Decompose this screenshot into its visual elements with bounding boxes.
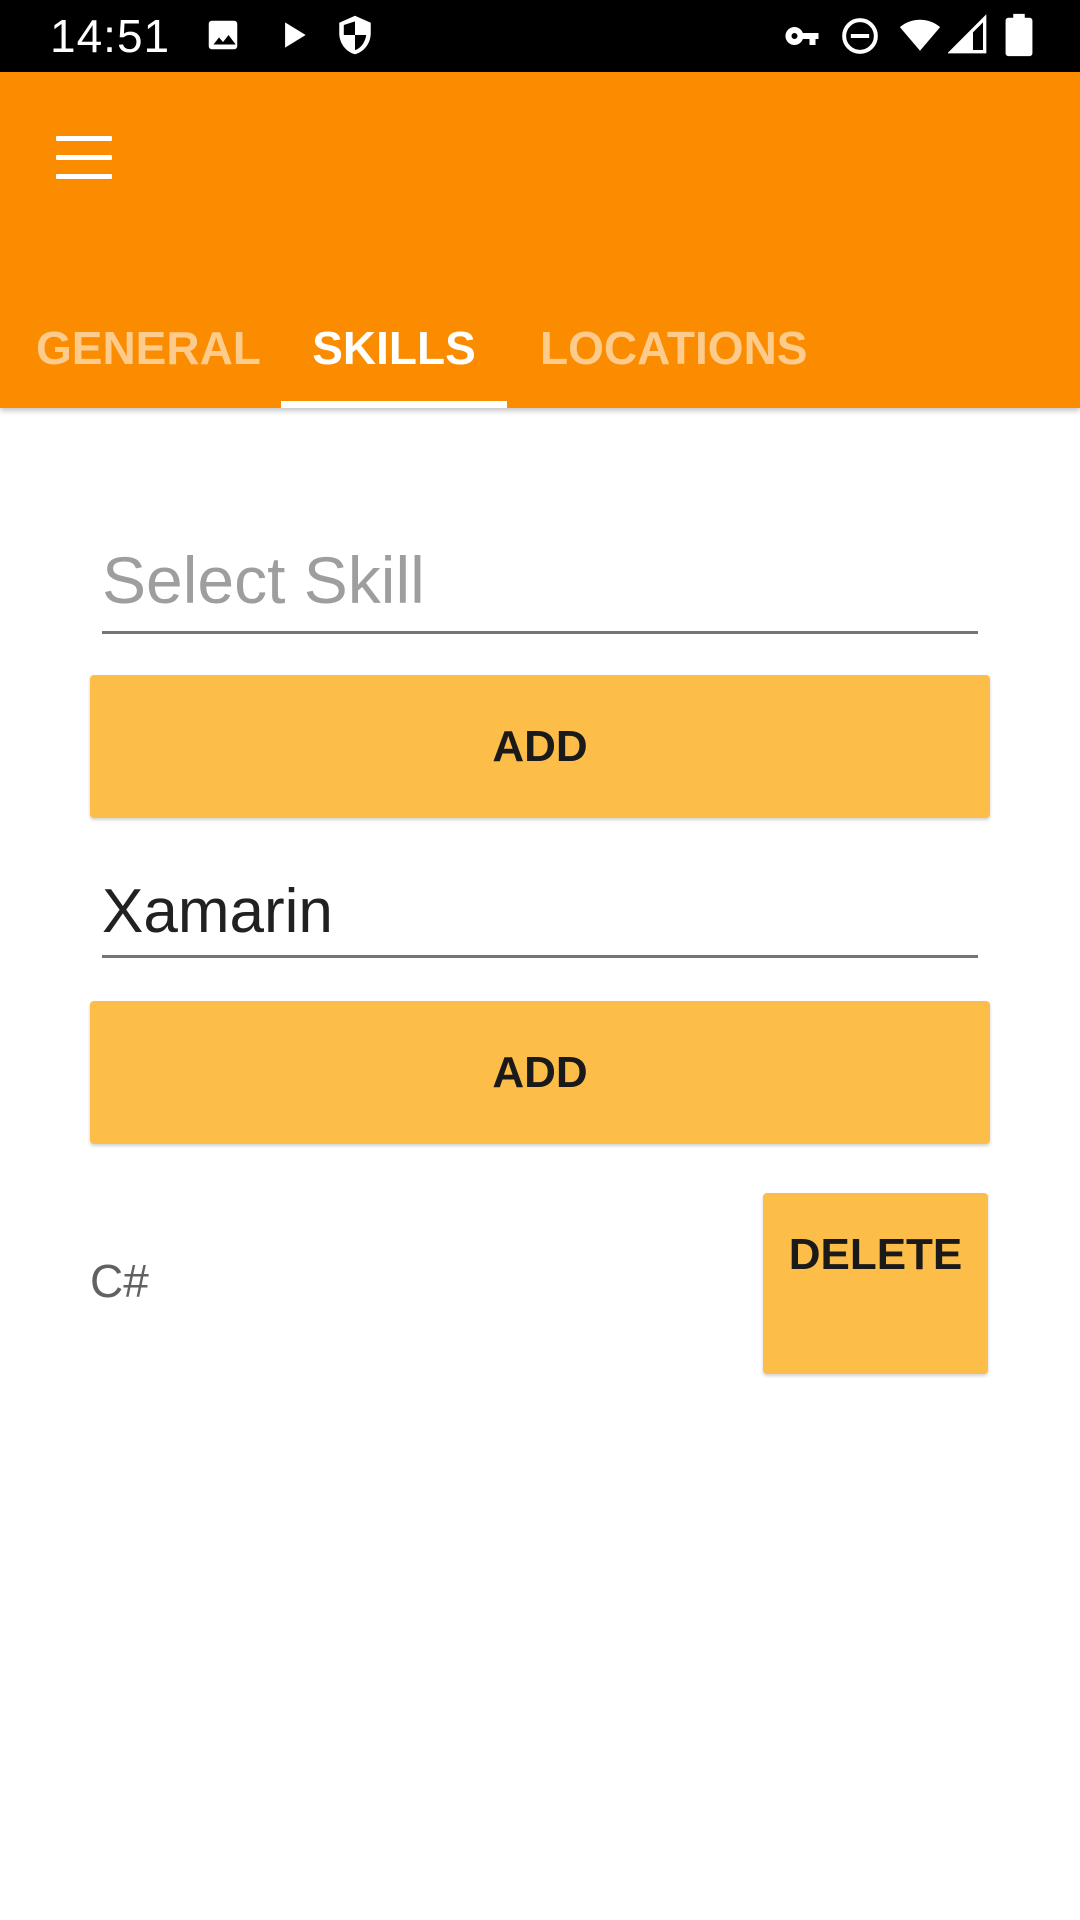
shield-icon — [339, 15, 371, 55]
select-skill-picker[interactable]: Select Skill — [102, 536, 978, 634]
do-not-disturb-icon — [842, 18, 878, 54]
skill-entry-field[interactable]: Xamarin — [102, 872, 978, 958]
vpn-key-icon — [785, 27, 819, 45]
battery-icon — [1005, 13, 1033, 57]
tab-skills[interactable]: SKILLS — [281, 288, 507, 408]
cell-signal-icon — [948, 14, 987, 54]
image-icon — [208, 20, 238, 50]
skill-name: C# — [90, 1255, 149, 1307]
delete-skill-button[interactable]: DELETE — [763, 1193, 988, 1374]
delete-button-label: DELETE — [788, 1230, 963, 1279]
tab-locations[interactable]: LOCATIONS — [540, 288, 807, 408]
add-selected-skill-button[interactable]: ADD — [90, 675, 990, 818]
tab-general[interactable]: GENERAL — [36, 288, 261, 408]
active-tab-indicator — [281, 401, 507, 408]
app-bar: GENERAL SKILLS LOCATIONS — [0, 72, 1080, 408]
status-time: 14:51 — [50, 10, 171, 62]
play-icon — [285, 22, 306, 48]
wifi-icon — [899, 19, 941, 51]
status-bar: 14:51 — [0, 0, 1080, 72]
add-entered-skill-button[interactable]: ADD — [90, 1001, 990, 1144]
hamburger-menu-icon[interactable] — [56, 136, 112, 180]
